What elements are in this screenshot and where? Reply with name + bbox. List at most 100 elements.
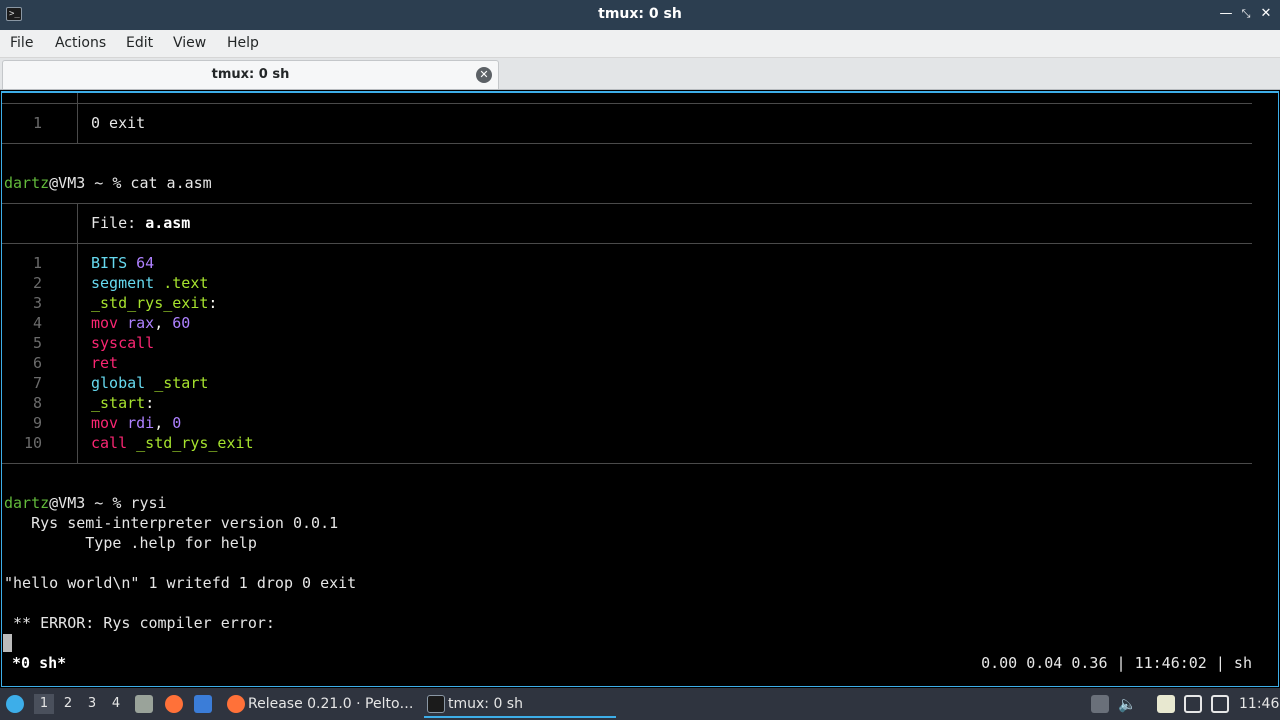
maximize-icon[interactable]: ⤡ [1238, 6, 1254, 22]
show-desktop-icon[interactable] [194, 695, 212, 713]
title-bar: >_ tmux: 0 sh — ⤡ ✕ [0, 0, 1280, 30]
clipboard-icon[interactable] [1157, 695, 1175, 713]
code-token: _start [154, 374, 209, 392]
code-line: call _std_rys_exit [91, 433, 254, 453]
tray-expand-icon[interactable] [1091, 695, 1109, 713]
menu-actions[interactable]: Actions [55, 35, 106, 51]
file-name: a.asm [145, 214, 191, 232]
firefox-icon [227, 695, 245, 713]
code-token: rax [127, 314, 155, 332]
line-number: 1 [32, 254, 42, 272]
app-launcher-icon[interactable] [6, 695, 24, 713]
code-token: : [208, 294, 218, 312]
separator [2, 243, 1252, 244]
task-terminal[interactable]: tmux: 0 sh [424, 690, 616, 718]
rysi-help-hint: Type .help for help [4, 534, 257, 552]
separator [2, 143, 1252, 144]
tmux-status-right: 0.00 0.04 0.36 | 11:46:02 | sh [981, 654, 1252, 672]
code-token: .text [163, 274, 209, 292]
tab-tmux[interactable]: tmux: 0 sh ✕ [2, 60, 499, 89]
tab-bar: tmux: 0 sh ✕ [0, 58, 1280, 90]
line-number: 7 [32, 374, 42, 392]
clock[interactable]: 11:46 [1239, 688, 1279, 720]
file-manager-icon[interactable] [135, 695, 153, 713]
terminal-icon [427, 695, 445, 713]
code-line: segment .text [91, 273, 208, 293]
file-header: File: a.asm [91, 213, 190, 233]
tmux-window-list: *0 sh* [12, 654, 67, 672]
network-icon[interactable] [1211, 695, 1229, 713]
error-message: ** ERROR: Rys compiler error: [4, 614, 275, 632]
code-token: 60 [172, 314, 191, 332]
line-number: 8 [32, 394, 42, 412]
code-line: mov rax, 60 [91, 313, 190, 333]
line-number: 3 [32, 294, 42, 312]
code-line: BITS 64 [91, 253, 154, 273]
code-line: syscall [91, 333, 154, 353]
workspace-4[interactable]: 4 [106, 694, 126, 714]
file-label: File: [91, 214, 146, 232]
line-number: 2 [32, 274, 42, 292]
code-token: 0 [172, 414, 182, 432]
code-token: mov [91, 314, 128, 332]
code-token: mov [91, 414, 128, 432]
repl-input: "hello world\n" 1 writefd 1 drop 0 exit [4, 574, 357, 592]
line-number: 1 [32, 114, 42, 132]
code-token: 64 [136, 254, 155, 272]
menu-view[interactable]: View [173, 35, 206, 51]
workspace-1[interactable]: 1 [34, 694, 54, 714]
code-token: _std_rys_exit [91, 294, 209, 312]
code-token: ret [91, 354, 119, 372]
gutter-rule [77, 203, 78, 463]
separator [2, 463, 1252, 464]
line-number: 5 [32, 334, 42, 352]
prompt-command: @VM3 ~ % rysi [49, 494, 167, 512]
code-token: call [91, 434, 137, 452]
prompt-command: @VM3 ~ % cat a.asm [49, 174, 212, 192]
shell-prompt: dartz@VM3 ~ % cat a.asm [4, 173, 212, 193]
line-number: 9 [32, 414, 42, 432]
text-cursor [3, 634, 12, 652]
close-tab-icon[interactable]: ✕ [476, 67, 492, 83]
menu-edit[interactable]: Edit [126, 35, 153, 51]
workspace-2[interactable]: 2 [58, 694, 78, 714]
code-token: _std_rys_exit [136, 434, 254, 452]
separator [2, 103, 1252, 104]
task-label: tmux: 0 sh [448, 696, 523, 712]
code-token: syscall [91, 334, 155, 352]
task-label: Release 0.21.0 · Pelto… [248, 696, 414, 712]
shell-prompt: dartz@VM3 ~ % rysi [4, 493, 167, 513]
display-icon[interactable] [1184, 695, 1202, 713]
firefox-launcher-icon[interactable] [165, 695, 183, 713]
code-line: _std_rys_exit: [91, 293, 217, 313]
line-number: 6 [32, 354, 42, 372]
terminal-view[interactable]: 1 0 exit dartz@VM3 ~ % cat a.asm File: a… [1, 91, 1279, 687]
code-token: , [154, 414, 173, 432]
line-number: 4 [32, 314, 42, 332]
minimize-icon[interactable]: — [1218, 6, 1234, 22]
task-firefox[interactable]: Release 0.21.0 · Pelto… [224, 690, 414, 718]
code-token: rdi [127, 414, 155, 432]
prompt-user: dartz [4, 494, 50, 512]
workspace-3[interactable]: 3 [82, 694, 102, 714]
rysi-banner: Rys semi-interpreter version 0.0.1 [4, 514, 339, 532]
code-line: mov rdi, 0 [91, 413, 181, 433]
code-token: _start [91, 394, 146, 412]
menu-help[interactable]: Help [227, 35, 259, 51]
prompt-user: dartz [4, 174, 50, 192]
gutter-rule [77, 93, 78, 143]
separator [2, 203, 1252, 204]
close-window-icon[interactable]: ✕ [1258, 6, 1274, 22]
window-title: tmux: 0 sh [598, 6, 682, 22]
volume-icon[interactable]: 🔈 [1118, 695, 1137, 713]
code-token: segment [91, 274, 164, 292]
menu-file[interactable]: File [10, 35, 33, 51]
line-number: 10 [23, 434, 42, 452]
menu-bar: File Actions Edit View Help [0, 30, 1280, 58]
code-token: : [145, 394, 155, 412]
code-token: BITS [91, 254, 137, 272]
code-line: global _start [91, 373, 208, 393]
code-token: global [91, 374, 155, 392]
code-token: , [154, 314, 173, 332]
code-line: ret [91, 353, 118, 373]
